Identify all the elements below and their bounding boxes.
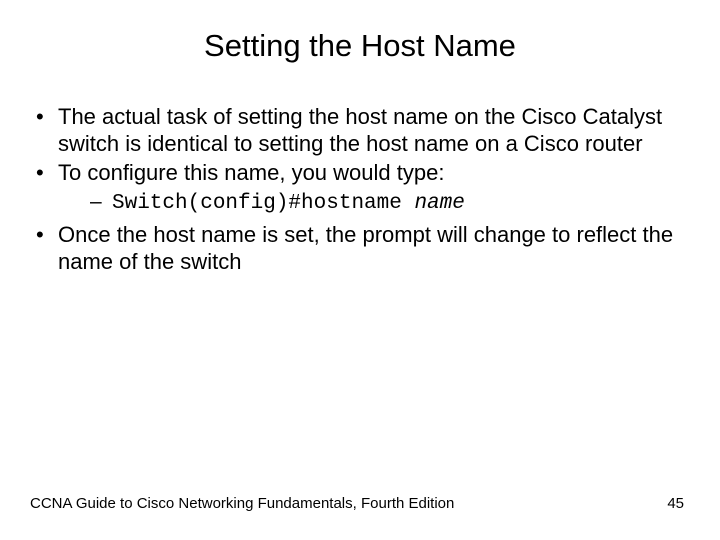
bullet-item: Once the host name is set, the prompt wi… — [30, 222, 690, 276]
code-argument: name — [414, 192, 464, 215]
footer-text: CCNA Guide to Cisco Networking Fundament… — [30, 495, 454, 512]
bullet-item: To configure this name, you would type: … — [30, 160, 690, 219]
bullet-list: The actual task of setting the host name… — [30, 104, 690, 276]
page-number: 45 — [667, 495, 684, 512]
code-command: Switch(config)#hostname — [112, 192, 414, 215]
sub-list: Switch(config)#hostname name — [86, 189, 690, 218]
slide-title: Setting the Host Name — [0, 0, 720, 104]
bullet-item: The actual task of setting the host name… — [30, 104, 690, 158]
slide-footer: CCNA Guide to Cisco Networking Fundament… — [0, 495, 720, 512]
slide-body: The actual task of setting the host name… — [0, 104, 720, 276]
bullet-text: To configure this name, you would type: — [58, 160, 444, 185]
sub-item: Switch(config)#hostname name — [86, 189, 690, 218]
